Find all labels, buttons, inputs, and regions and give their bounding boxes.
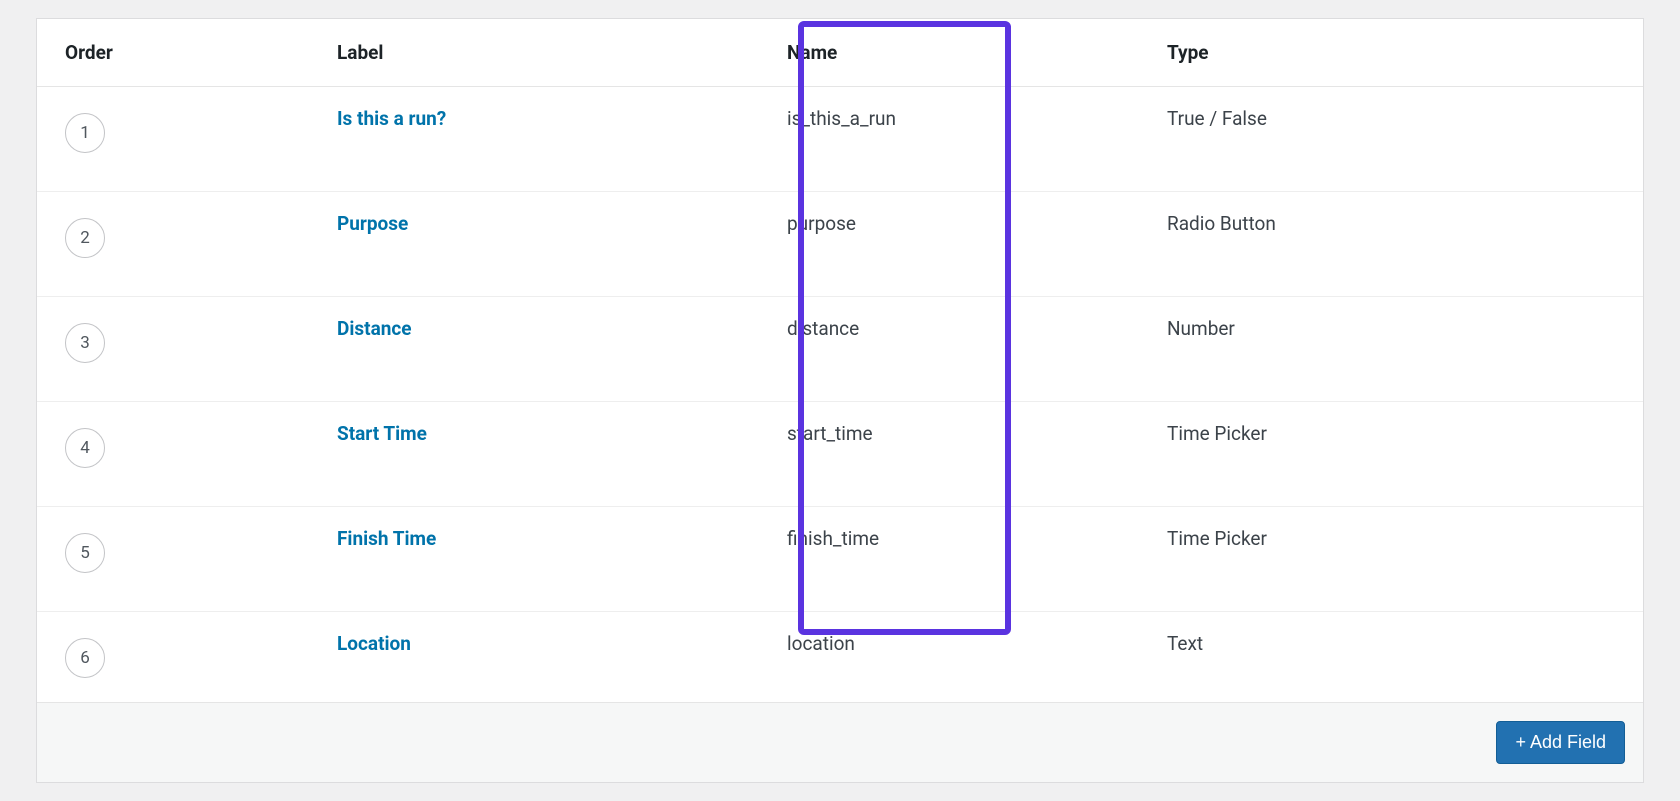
order-badge[interactable]: 6 [65,638,105,678]
panel-footer: + Add Field [37,702,1643,782]
header-label: Label [337,19,787,87]
field-type: True / False [1167,87,1643,192]
table-header: Order Label Name Type [37,19,1643,87]
header-name: Name [787,19,1167,87]
table-row[interactable]: 1 Is this a run? is_this_a_runTrue / False [37,87,1643,192]
fields-panel: Order Label Name Type 1 Is this a run? is_… [36,18,1644,783]
order-badge[interactable]: 4 [65,428,105,468]
header-type: Type [1167,19,1643,87]
field-type: Time Picker [1167,507,1643,612]
table-row[interactable]: 4 Start Time start_timeTime Picker [37,402,1643,507]
field-label-link[interactable]: Finish Time [337,527,436,550]
order-badge[interactable]: 2 [65,218,105,258]
header-order: Order [37,19,337,87]
table-row[interactable]: 2 Purpose purposeRadio Button [37,192,1643,297]
field-label-link[interactable]: Distance [337,317,412,340]
field-name: purpose [787,192,1167,297]
field-name: is_this_a_run [787,87,1167,192]
field-name: finish_time [787,507,1167,612]
table-row[interactable]: 3 Distance distanceNumber [37,297,1643,402]
field-name: location [787,612,1167,703]
field-label-link[interactable]: Start Time [337,422,427,445]
field-name: start_time [787,402,1167,507]
table-row[interactable]: 6 Location locationText [37,612,1643,703]
field-name: distance [787,297,1167,402]
field-type: Text [1167,612,1643,703]
order-badge[interactable]: 5 [65,533,105,573]
order-badge[interactable]: 1 [65,113,105,153]
field-label-link[interactable]: Location [337,632,411,655]
field-label-link[interactable]: Is this a run? [337,107,446,130]
add-field-button[interactable]: + Add Field [1496,721,1625,764]
table-row[interactable]: 5 Finish Time finish_timeTime Picker [37,507,1643,612]
order-badge[interactable]: 3 [65,323,105,363]
field-label-link[interactable]: Purpose [337,212,408,235]
field-type: Radio Button [1167,192,1643,297]
fields-table: Order Label Name Type 1 Is this a run? is_… [37,19,1643,702]
field-type: Number [1167,297,1643,402]
field-type: Time Picker [1167,402,1643,507]
